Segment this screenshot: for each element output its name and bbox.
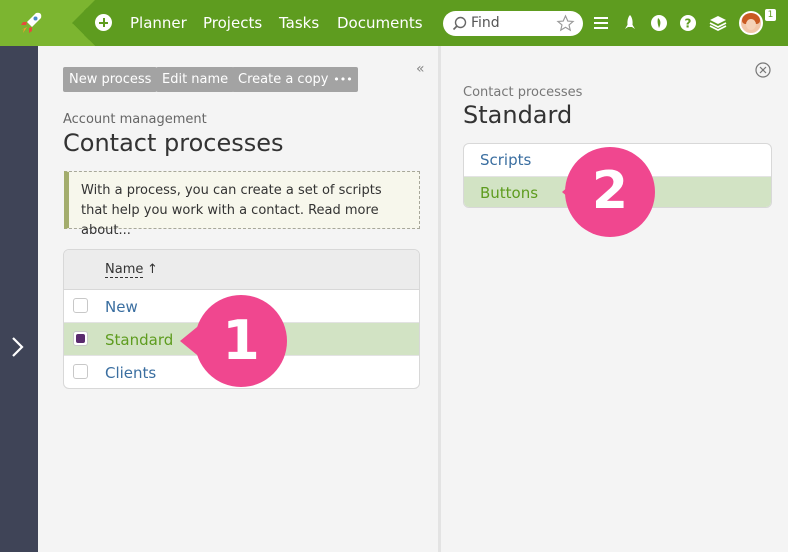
info-text: With a process, you can create a set of … <box>81 183 382 238</box>
menu-item-label: Scripts <box>480 151 532 169</box>
more-button[interactable]: ••• <box>328 67 358 92</box>
row-checkbox[interactable] <box>73 298 88 313</box>
search-icon <box>452 16 467 31</box>
rocket-icon[interactable] <box>621 14 639 32</box>
nav-tasks[interactable]: Tasks <box>279 14 319 32</box>
collapse-panel-icon[interactable]: « <box>416 61 425 77</box>
page-title: Contact processes <box>63 129 284 157</box>
leaf-icon[interactable] <box>650 14 668 32</box>
logo-area[interactable] <box>0 0 72 46</box>
chevron-right-icon[interactable] <box>8 335 28 359</box>
table-header: Name ↑ <box>64 250 419 290</box>
new-process-button[interactable]: New process <box>63 67 158 92</box>
row-checkbox[interactable] <box>73 331 88 346</box>
search-input[interactable]: Find <box>443 11 583 36</box>
close-icon[interactable] <box>755 62 771 78</box>
avatar[interactable] <box>739 11 763 35</box>
sidebar-strip <box>0 46 38 552</box>
nav-planner[interactable]: Planner <box>130 14 187 32</box>
rocket-logo-icon <box>21 12 42 33</box>
nav-projects[interactable]: Projects <box>203 14 262 32</box>
edit-name-button[interactable]: Edit name <box>156 67 235 92</box>
info-box: With a process, you can create a set of … <box>64 171 420 238</box>
nav-documents[interactable]: Documents <box>337 14 423 32</box>
callout-number: 1 <box>222 309 260 372</box>
callout-marker-2: 2 <box>560 146 658 238</box>
row-name[interactable]: Standard <box>105 331 173 349</box>
top-bar: Planner Projects Tasks Documents Find ? … <box>0 0 788 46</box>
breadcrumb[interactable]: Account management <box>63 112 207 127</box>
detail-title: Standard <box>463 101 573 129</box>
notification-badge: 1 <box>765 9 776 21</box>
layers-icon[interactable] <box>709 14 727 32</box>
logo-arrow-shape <box>72 0 95 46</box>
sort-ascending-icon[interactable]: ↑ <box>147 262 158 277</box>
row-name[interactable]: New <box>105 298 138 316</box>
add-icon[interactable] <box>95 14 112 31</box>
help-icon[interactable]: ? <box>679 14 697 32</box>
create-copy-button[interactable]: Create a copy <box>232 67 335 92</box>
star-icon[interactable] <box>556 14 575 33</box>
callout-marker-1: 1 <box>178 293 290 389</box>
menu-icon[interactable] <box>592 14 610 32</box>
detail-breadcrumb[interactable]: Contact processes <box>463 85 582 100</box>
search-placeholder: Find <box>471 15 500 31</box>
row-checkbox[interactable] <box>73 364 88 379</box>
row-name[interactable]: Clients <box>105 364 156 382</box>
menu-item-label: Buttons <box>480 184 539 202</box>
svg-text:?: ? <box>685 17 692 31</box>
column-header-name[interactable]: Name <box>105 262 144 278</box>
callout-number: 2 <box>591 161 629 221</box>
